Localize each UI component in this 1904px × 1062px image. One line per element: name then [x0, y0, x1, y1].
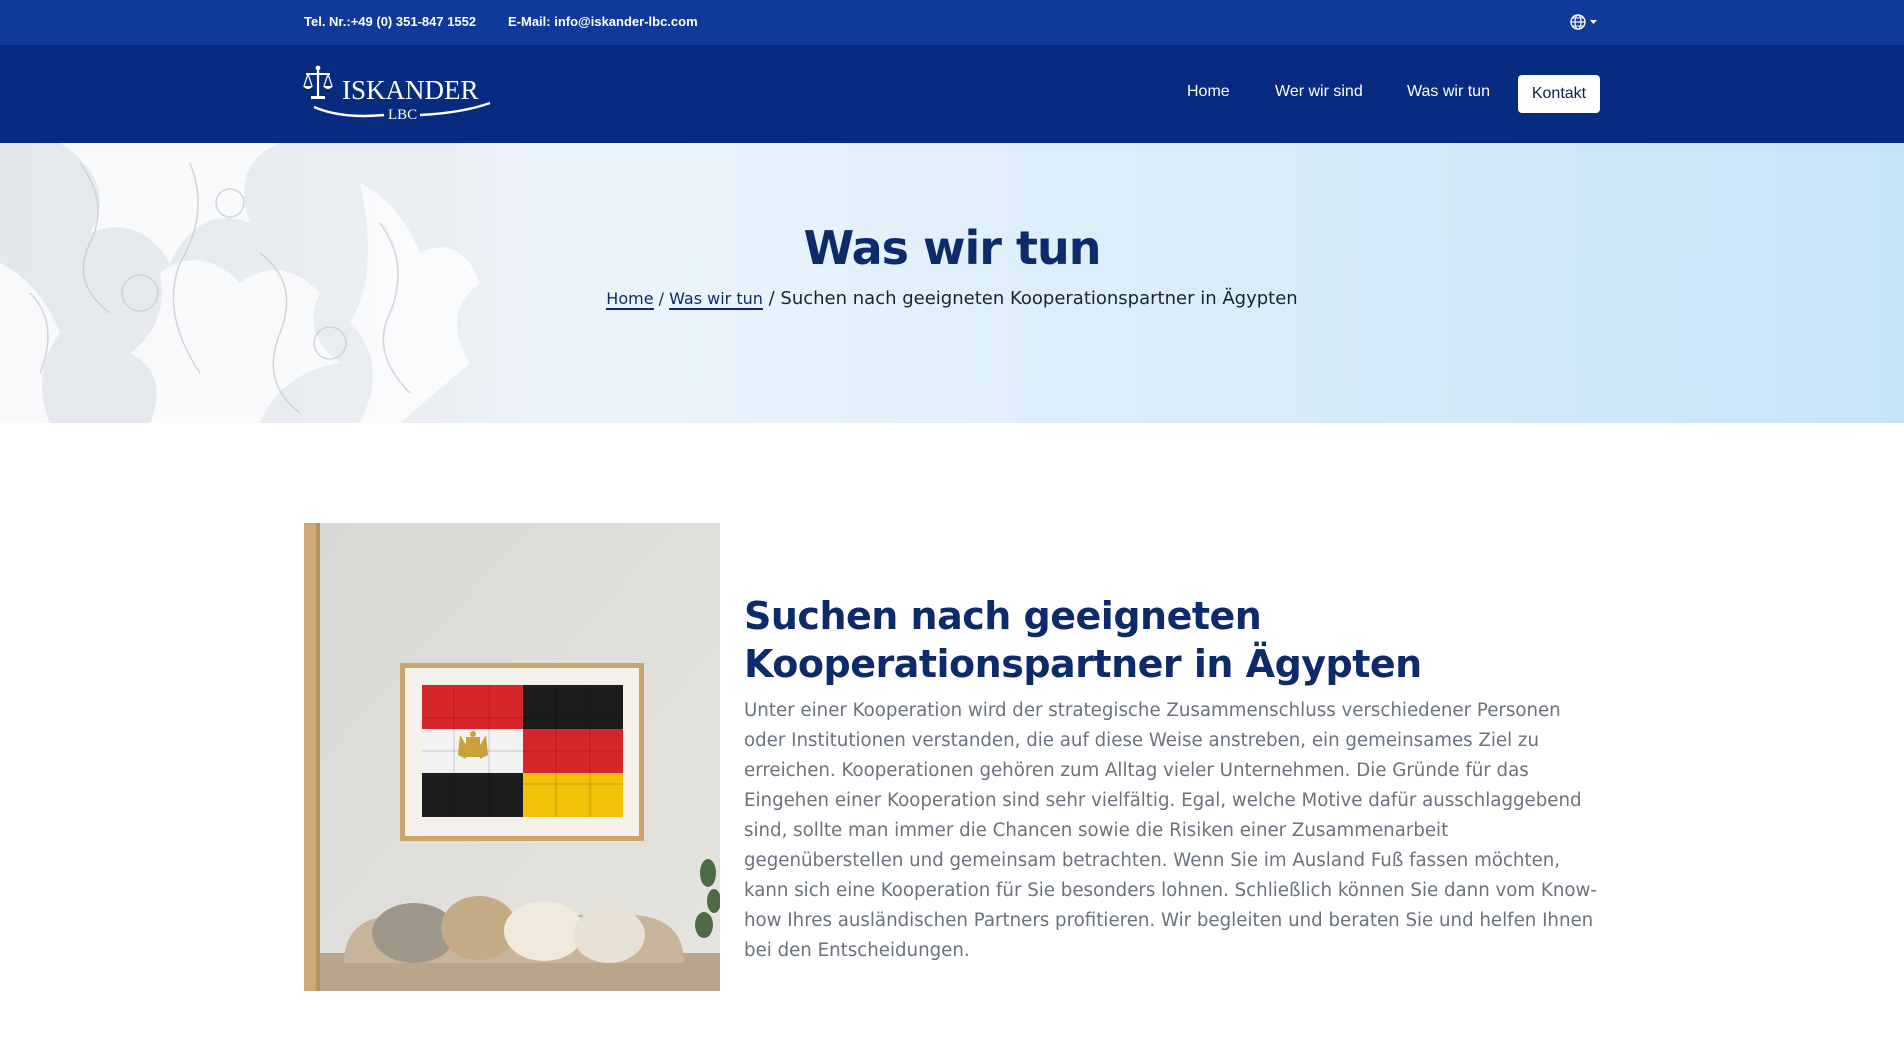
top-info-bar: Tel. Nr.:+49 (0) 351-847 1552 E-Mail: in…: [0, 0, 1904, 45]
phone-number[interactable]: Tel. Nr.:+49 (0) 351-847 1552: [304, 14, 476, 29]
scales-of-justice-icon: ISKANDER LBC: [303, 65, 491, 123]
globe-icon: [1570, 14, 1597, 30]
page-header: Was wir tun Home / Was wir tun / Suchen …: [0, 143, 1904, 423]
svg-text:ISKANDER: ISKANDER: [342, 75, 479, 105]
page-title: Was wir tun: [803, 221, 1102, 275]
section-body-text: Unter einer Kooperation wird der strateg…: [744, 700, 1597, 961]
section-title: Suchen nach geeigneten Kooperationspartn…: [744, 594, 1422, 686]
caret-down-icon: [1590, 20, 1597, 24]
ornament-background-image: [0, 143, 640, 423]
email-address[interactable]: E-Mail: info@iskander-lbc.com: [508, 14, 698, 29]
svg-text:LBC: LBC: [388, 107, 417, 123]
breadcrumb-was-wir-tun[interactable]: Was wir tun: [669, 289, 763, 310]
breadcrumb-separator: /: [653, 289, 670, 308]
breadcrumb-current: Suchen nach geeigneten Kooperationspartn…: [780, 288, 1298, 309]
nav-was-wir-tun[interactable]: Was wir tun: [1407, 83, 1490, 101]
kontakt-button[interactable]: Kontakt: [1518, 75, 1600, 113]
nav-home[interactable]: Home: [1187, 83, 1230, 101]
language-selector[interactable]: [1569, 11, 1601, 33]
breadcrumb-separator: /: [762, 288, 781, 309]
breadcrumb-home[interactable]: Home: [606, 289, 654, 310]
brand-logo[interactable]: ISKANDER LBC: [302, 63, 494, 125]
nav-wer-wir-sind[interactable]: Wer wir sind: [1275, 83, 1363, 101]
breadcrumb: Home / Was wir tun / Suchen nach geeigne…: [0, 288, 1904, 310]
main-navigation: ISKANDER LBC Home Wer wir sind Was wir t…: [0, 45, 1904, 143]
egypt-germany-puzzle-image: [304, 523, 720, 991]
